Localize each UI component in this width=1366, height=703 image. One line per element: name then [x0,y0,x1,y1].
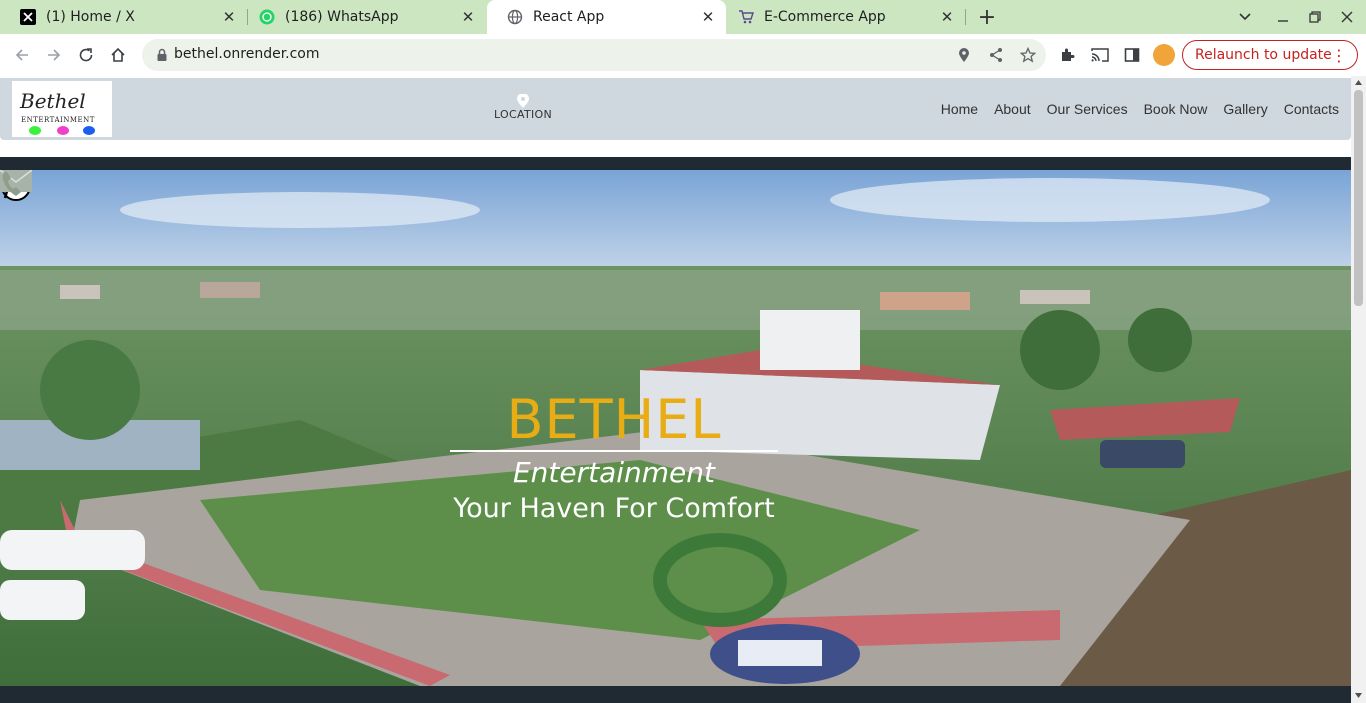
tab-title: React App [533,9,605,25]
hero-text: BETHEL Entertainment Your Haven For Comf… [450,392,778,528]
extensions-puzzle-icon[interactable] [1056,43,1080,67]
forward-arrow-icon[interactable] [42,43,66,67]
tab-x-home[interactable]: (1) Home / X ✕ [0,0,247,34]
menu-about[interactable]: About [994,101,1031,117]
tab-title: E-Commerce App [764,9,886,25]
browser-toolbar: bethel.onrender.com Relaunch to update ⋮ [0,34,1366,76]
minimize-icon[interactable] [1271,5,1295,29]
site-logo[interactable]: Bethel ENTERTAINMENT [12,81,112,137]
hero-bottom-band [0,686,1351,703]
menu-book-now[interactable]: Book Now [1144,101,1208,117]
page-scrollbar[interactable] [1351,76,1366,703]
address-bar[interactable]: bethel.onrender.com [142,39,1046,71]
page-viewport: Bethel ENTERTAINMENT LOCATION Home About… [0,76,1366,703]
profile-avatar[interactable] [1153,44,1175,66]
url-text[interactable]: bethel.onrender.com [174,46,320,62]
globe-icon [507,9,523,25]
cast-icon[interactable] [1088,43,1112,67]
share-icon[interactable] [986,45,1006,65]
back-arrow-icon[interactable] [10,43,34,67]
relaunch-button[interactable]: Relaunch to update ⋮ [1182,40,1358,70]
hero-top-band [0,157,1351,170]
hero-image: BETHEL Entertainment Your Haven For Comf… [0,170,1351,686]
location-pin-icon[interactable] [954,45,974,65]
main-menu: Home About Our Services Book Now Gallery… [941,101,1339,117]
new-tab-button[interactable]: + [975,5,999,30]
side-panel-icon[interactable] [1120,43,1144,67]
close-tab-icon[interactable]: ✕ [219,7,239,27]
close-tab-icon[interactable]: ✕ [937,7,957,27]
logo-dot-pink [57,126,69,135]
cart-icon [738,9,754,25]
menu-our-services[interactable]: Our Services [1047,101,1128,117]
tab-ecommerce[interactable]: E-Commerce App ✕ [718,0,965,34]
tab-separator [965,9,966,25]
scroll-down-arrow-icon[interactable] [1354,691,1363,700]
lock-icon[interactable] [154,47,170,63]
close-window-icon[interactable] [1335,5,1359,29]
hero-subtitle: Entertainment [512,456,716,489]
relaunch-label: Relaunch to update [1195,47,1332,63]
reload-icon[interactable] [74,43,98,67]
tab-title: (1) Home / X [46,9,135,25]
menu-home[interactable]: Home [941,101,978,117]
tab-strip: (1) Home / X ✕ (186) WhatsApp ✕ React Ap… [0,0,1366,34]
logo-name: Bethel [20,89,86,113]
close-tab-icon[interactable]: ✕ [698,7,718,27]
location-link[interactable]: LOCATION [494,94,552,121]
menu-dots-icon[interactable]: ⋮ [1331,46,1347,65]
tab-react-app[interactable]: React App ✕ [487,0,726,34]
restore-icon[interactable] [1303,5,1327,29]
tab-whatsapp[interactable]: (186) WhatsApp ✕ [239,0,486,34]
tab-search-icon[interactable] [1233,5,1257,29]
logo-sub: ENTERTAINMENT [21,116,95,124]
home-icon[interactable] [106,43,130,67]
x-logo-icon [20,9,36,25]
menu-gallery[interactable]: Gallery [1223,101,1267,117]
scroll-up-arrow-icon[interactable] [1354,78,1363,87]
location-label: LOCATION [494,108,552,121]
whatsapp-icon [259,9,275,25]
close-tab-icon[interactable]: ✕ [458,7,478,27]
menu-contacts[interactable]: Contacts [1284,101,1339,117]
hero-brand: BETHEL [506,388,722,451]
hero-tagline: Your Haven For Comfort [453,493,775,524]
map-pin-icon [517,94,529,108]
logo-dot-blue [83,126,95,135]
bookmark-star-icon[interactable] [1018,45,1038,65]
logo-dot-green [29,126,41,135]
tab-title: (186) WhatsApp [285,9,399,25]
phone-float-icon[interactable] [0,170,24,198]
scrollbar-thumb[interactable] [1354,90,1363,306]
site-navbar: Bethel ENTERTAINMENT LOCATION Home About… [0,78,1351,140]
